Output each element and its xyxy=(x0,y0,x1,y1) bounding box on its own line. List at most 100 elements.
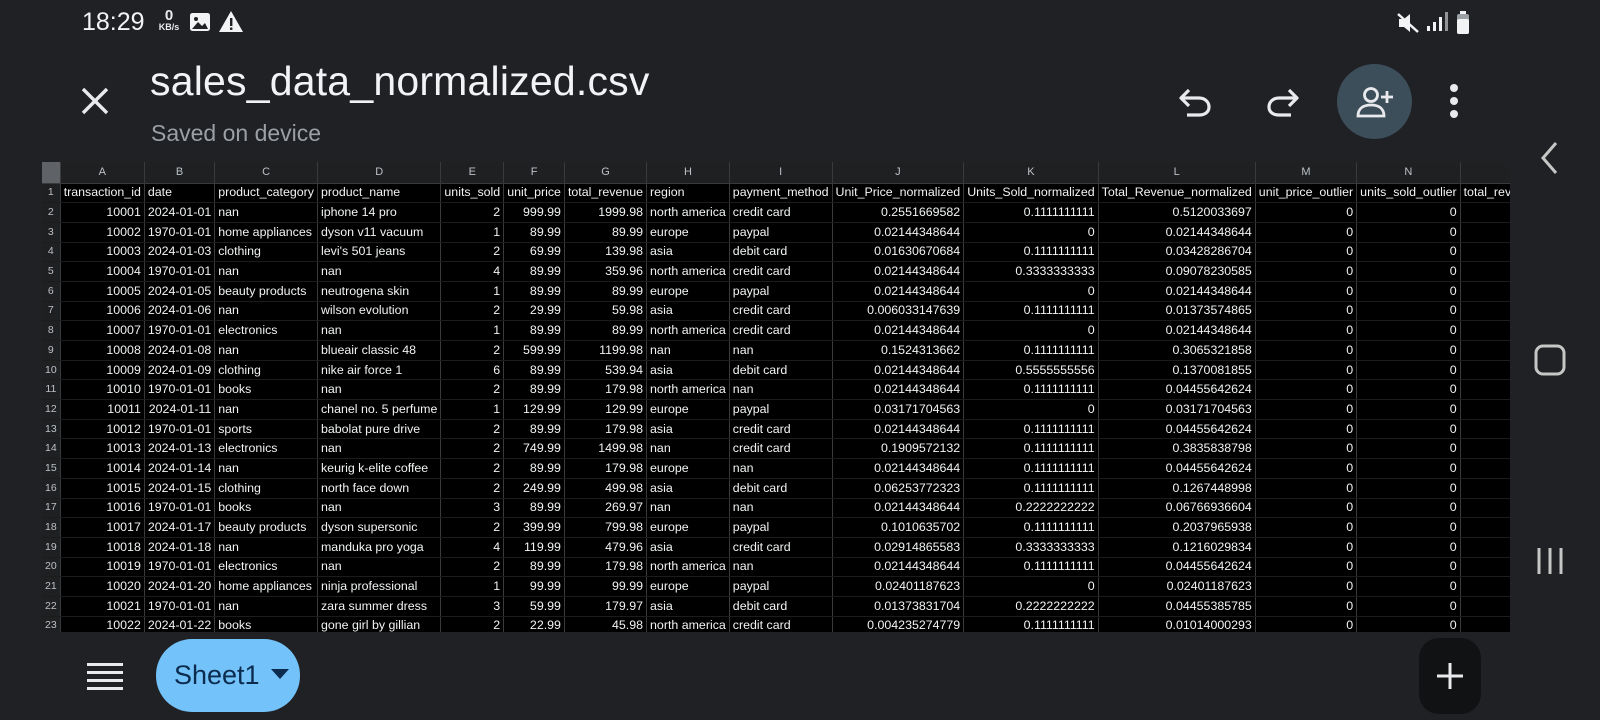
table-cell[interactable]: 2024-01-03 xyxy=(144,242,216,263)
table-cell[interactable]: 179.98 xyxy=(564,458,648,479)
table-cell[interactable]: 0.09078230585 xyxy=(1098,261,1256,282)
table-cell[interactable]: credit card xyxy=(729,202,833,223)
table-cell[interactable]: clothing xyxy=(214,360,318,381)
undo-button[interactable] xyxy=(1170,76,1220,126)
table-cell[interactable]: credit card xyxy=(729,616,833,632)
table-cell[interactable]: 2024-01-06 xyxy=(144,301,216,322)
table-cell[interactable]: 22.99 xyxy=(503,616,565,632)
table-cell[interactable]: 0 xyxy=(1255,419,1358,440)
table-cell[interactable]: 0.02144348644 xyxy=(1098,281,1256,302)
table-cell[interactable]: 2024-01-20 xyxy=(144,576,216,597)
table-cell[interactable]: 0 xyxy=(1460,419,1510,440)
table-cell[interactable]: paypal xyxy=(729,281,833,302)
table-cell[interactable]: 0 xyxy=(1356,379,1461,401)
table-cell[interactable]: 2 xyxy=(440,438,505,460)
table-cell[interactable]: nan xyxy=(729,557,833,578)
table-cell[interactable]: 89.99 xyxy=(503,419,565,440)
table-cell[interactable]: 0 xyxy=(1460,517,1510,538)
table-cell[interactable]: 2 xyxy=(440,340,505,361)
table-cell[interactable]: 0 xyxy=(1255,360,1358,381)
table-cell[interactable]: 0.04455642624 xyxy=(1098,379,1256,401)
table-cell[interactable]: north america xyxy=(646,616,730,632)
table-cell[interactable]: 0 xyxy=(963,281,1099,302)
table-cell[interactable]: north america xyxy=(646,557,730,578)
table-cell[interactable]: electronics xyxy=(214,438,318,460)
table-cell[interactable]: 0.02401187623 xyxy=(1098,576,1256,597)
header-cell[interactable]: unit_price xyxy=(503,183,565,204)
table-cell[interactable]: 0.3333333333 xyxy=(963,261,1099,282)
row-number[interactable]: 15 xyxy=(42,458,61,479)
table-cell[interactable]: 2 xyxy=(440,616,505,632)
table-cell[interactable]: 0 xyxy=(1356,478,1461,499)
table-cell[interactable]: books xyxy=(214,498,318,519)
table-cell[interactable]: 10008 xyxy=(60,340,145,361)
table-cell[interactable]: 89.99 xyxy=(503,222,565,243)
table-cell[interactable]: 0.02144348644 xyxy=(832,379,965,401)
column-header-g[interactable]: G xyxy=(564,162,648,184)
sheet-list-button[interactable] xyxy=(82,656,128,696)
table-cell[interactable]: 0.1216029834 xyxy=(1098,537,1256,558)
table-cell[interactable]: 0.02144348644 xyxy=(832,498,965,519)
table-cell[interactable]: 0 xyxy=(1460,596,1510,617)
table-cell[interactable]: beauty products xyxy=(214,517,318,538)
table-cell[interactable]: 0.1111111111 xyxy=(963,616,1099,632)
table-cell[interactable]: 0 xyxy=(1460,301,1510,322)
table-cell[interactable]: 0 xyxy=(1255,340,1358,361)
table-cell[interactable]: nan xyxy=(729,379,833,401)
table-cell[interactable]: 0 xyxy=(1356,557,1461,578)
column-header-a[interactable]: A xyxy=(60,162,145,184)
close-button[interactable] xyxy=(72,78,118,124)
table-cell[interactable]: 0 xyxy=(1356,596,1461,617)
table-cell[interactable]: keurig k-elite coffee xyxy=(317,458,442,479)
table-cell[interactable]: nan xyxy=(646,438,730,460)
table-cell[interactable]: ninja professional xyxy=(317,576,442,597)
table-cell[interactable]: home appliances xyxy=(214,576,318,597)
table-cell[interactable]: asia xyxy=(646,242,730,263)
table-cell[interactable]: 0 xyxy=(1460,261,1510,282)
header-cell[interactable]: date xyxy=(144,183,216,204)
table-cell[interactable]: 2 xyxy=(440,458,505,479)
table-cell[interactable]: nan xyxy=(214,301,318,322)
table-cell[interactable]: nan xyxy=(214,596,318,617)
table-cell[interactable]: beauty products xyxy=(214,281,318,302)
table-cell[interactable]: gone girl by gillian xyxy=(317,616,442,632)
table-cell[interactable]: 0 xyxy=(1356,458,1461,479)
table-cell[interactable]: 0.1267448998 xyxy=(1098,478,1256,499)
table-cell[interactable]: north face down xyxy=(317,478,442,499)
table-cell[interactable]: 1970-01-01 xyxy=(144,498,216,519)
table-cell[interactable]: 0.1111111111 xyxy=(963,242,1099,263)
table-cell[interactable]: 10015 xyxy=(60,478,145,499)
table-cell[interactable]: europe xyxy=(646,458,730,479)
table-cell[interactable]: 4 xyxy=(440,261,505,282)
table-cell[interactable]: 10022 xyxy=(60,616,145,632)
table-cell[interactable]: 3 xyxy=(440,596,505,617)
table-cell[interactable]: 10021 xyxy=(60,596,145,617)
table-cell[interactable]: 1 xyxy=(440,399,505,420)
share-button[interactable] xyxy=(1337,64,1412,139)
table-cell[interactable]: 0 xyxy=(963,320,1099,341)
table-cell[interactable]: 10017 xyxy=(60,517,145,538)
table-cell[interactable]: paypal xyxy=(729,517,833,538)
table-cell[interactable]: 1999.98 xyxy=(564,202,648,223)
table-cell[interactable]: 0 xyxy=(1356,281,1461,302)
row-number[interactable]: 4 xyxy=(42,242,61,263)
table-cell[interactable]: nan xyxy=(729,498,833,519)
table-cell[interactable]: 0.03171704563 xyxy=(1098,399,1256,420)
table-cell[interactable]: 2 xyxy=(440,557,505,578)
table-cell[interactable]: 0.3065321858 xyxy=(1098,340,1256,361)
row-number[interactable]: 11 xyxy=(42,379,61,401)
add-sheet-button[interactable] xyxy=(1419,638,1481,714)
row-number[interactable]: 12 xyxy=(42,399,61,420)
table-cell[interactable]: 2 xyxy=(440,419,505,440)
table-cell[interactable]: 0.02144348644 xyxy=(832,320,965,341)
table-cell[interactable]: 359.96 xyxy=(564,261,648,282)
column-header-c[interactable]: C xyxy=(214,162,318,184)
header-cell[interactable]: units_sold xyxy=(440,183,505,204)
table-cell[interactable]: 479.96 xyxy=(564,537,648,558)
table-cell[interactable]: 0.01014000293 xyxy=(1098,616,1256,632)
table-cell[interactable]: 1970-01-01 xyxy=(144,596,216,617)
table-cell[interactable]: debit card xyxy=(729,596,833,617)
table-cell[interactable]: 499.98 xyxy=(564,478,648,499)
table-cell[interactable]: 0.1111111111 xyxy=(963,478,1099,499)
table-cell[interactable]: 749.99 xyxy=(503,438,565,460)
